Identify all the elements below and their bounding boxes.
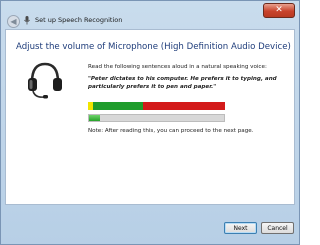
volume-meter — [88, 102, 225, 110]
meter-good-zone — [93, 102, 143, 110]
instruction-text: Read the following sentences aloud in a … — [88, 64, 267, 70]
title-bar: ◀ Set up Speech Recognition — [5, 15, 295, 29]
reading-sentence: "Peter dictates to his computer. He pref… — [88, 76, 277, 90]
note-text: Note: After reading this, you can procee… — [88, 128, 254, 134]
back-arrow-icon[interactable]: ◀ — [7, 15, 20, 28]
window-title: Set up Speech Recognition — [35, 16, 123, 24]
cancel-button[interactable]: Cancel — [261, 222, 294, 234]
headset-icon — [28, 62, 62, 99]
speech-recognition-window: ✕ ◀ Set up Speech Recognition Adjust the… — [0, 0, 300, 245]
volume-level-fill — [89, 115, 100, 121]
next-button[interactable]: Next — [224, 222, 257, 234]
volume-level-bar — [88, 114, 225, 122]
page-heading: Adjust the volume of Microphone (High De… — [16, 42, 291, 52]
wizard-footer: Next Cancel — [5, 207, 295, 241]
microphone-icon — [24, 16, 30, 25]
wizard-content: Adjust the volume of Microphone (High De… — [5, 29, 295, 205]
meter-loud-zone — [142, 102, 225, 110]
